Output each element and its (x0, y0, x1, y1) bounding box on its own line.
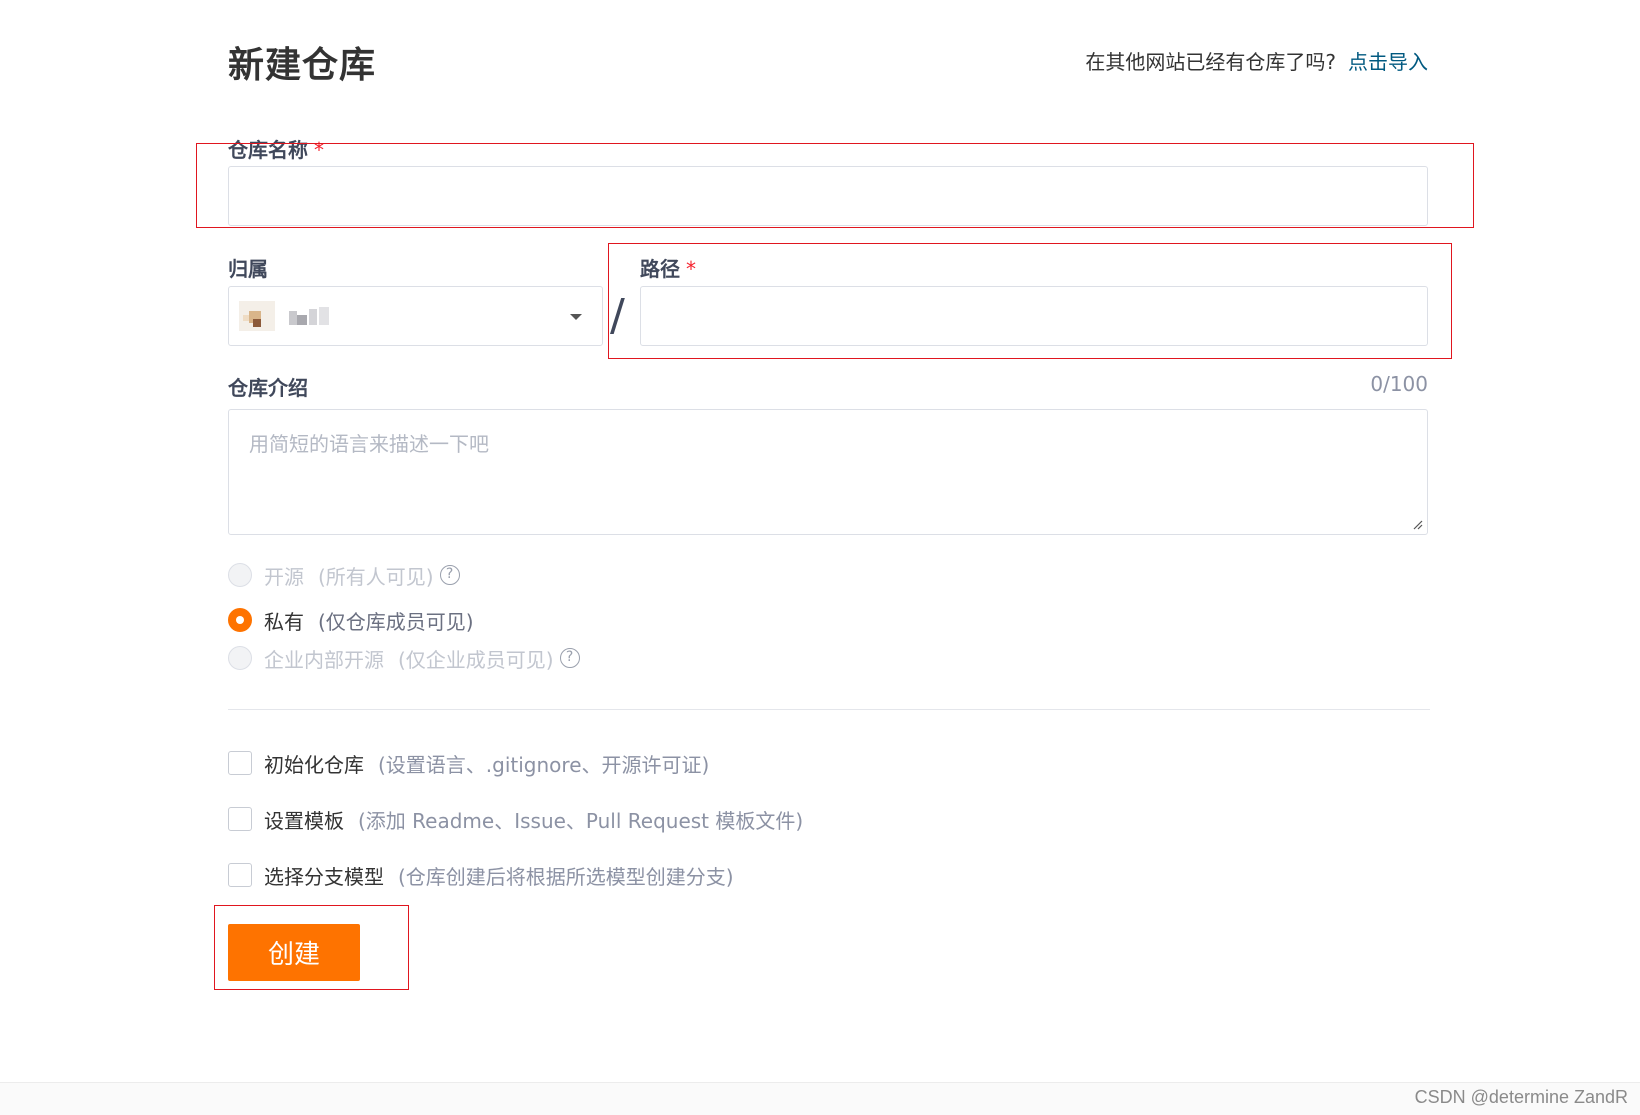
owner-label: 归属 (228, 257, 268, 281)
help-icon[interactable]: ? (559, 648, 580, 668)
page-footer (0, 1082, 1640, 1115)
visibility-enterprise[interactable]: 企业内部开源 (仅企业成员可见) ? (228, 643, 580, 673)
visibility-hint: (仅仓库成员可见) (318, 609, 474, 634)
path-input[interactable] (640, 286, 1428, 346)
checkbox-templates[interactable] (228, 807, 252, 831)
description-placeholder: 用简短的语言来描述一下吧 (249, 432, 489, 456)
required-marker: * (314, 138, 324, 162)
option-label: 选择分支模型 (264, 864, 384, 889)
option-templates[interactable]: 设置模板 (添加 Readme、Issue、Pull Request 模板文件) (228, 804, 803, 834)
path-label-text: 路径 (640, 257, 680, 281)
create-button[interactable]: 创建 (228, 924, 360, 981)
help-icon[interactable]: ? (439, 565, 460, 585)
repo-name-label-text: 仓库名称 (228, 138, 308, 162)
watermark: CSDN @determine ZandR (1414, 1087, 1628, 1107)
resize-handle-icon[interactable] (1411, 518, 1423, 530)
option-hint: (设置语言、.gitignore、开源许可证) (378, 752, 710, 777)
visibility-label: 私有 (264, 609, 304, 634)
radio-private[interactable] (228, 608, 252, 632)
owner-select[interactable] (228, 286, 603, 346)
option-label: 设置模板 (264, 808, 344, 833)
import-prompt: 在其他网站已经有仓库了吗? 点击导入 (1085, 46, 1428, 75)
visibility-label: 开源 (264, 564, 304, 589)
visibility-hint: (仅企业成员可见) (398, 647, 554, 672)
owner-avatar-blurred (239, 301, 329, 331)
import-prompt-text: 在其他网站已经有仓库了吗? (1085, 50, 1336, 74)
option-hint: (添加 Readme、Issue、Pull Request 模板文件) (358, 808, 804, 833)
visibility-open-source[interactable]: 开源 (所有人可见) ? (228, 560, 460, 590)
visibility-hint: (所有人可见) (318, 564, 434, 589)
repo-name-input[interactable] (228, 166, 1428, 226)
chevron-down-icon[interactable] (570, 314, 582, 320)
description-textarea[interactable]: 用简短的语言来描述一下吧 (228, 409, 1428, 535)
option-init-repo[interactable]: 初始化仓库 (设置语言、.gitignore、开源许可证) (228, 748, 709, 778)
owner-path-separator: / (610, 290, 625, 341)
checkbox-branch-model[interactable] (228, 863, 252, 887)
import-link[interactable]: 点击导入 (1348, 50, 1428, 74)
required-marker: * (686, 257, 696, 281)
path-label: 路径 * (640, 253, 696, 282)
option-branch-model[interactable]: 选择分支模型 (仓库创建后将根据所选模型创建分支) (228, 860, 734, 890)
new-repository-page: 新建仓库 在其他网站已经有仓库了吗? 点击导入 仓库名称 * 归属 / 路径 * 仓库… (0, 0, 1640, 1115)
page-title: 新建仓库 (228, 45, 377, 86)
repo-name-label: 仓库名称 * (228, 134, 324, 163)
description-char-counter: 0/100 (1370, 372, 1428, 396)
checkbox-init-repo[interactable] (228, 751, 252, 775)
radio-open-source[interactable] (228, 563, 252, 587)
option-label: 初始化仓库 (264, 752, 364, 777)
radio-enterprise[interactable] (228, 646, 252, 670)
visibility-label: 企业内部开源 (264, 647, 384, 672)
description-label: 仓库介绍 (228, 376, 308, 400)
option-hint: (仓库创建后将根据所选模型创建分支) (398, 864, 734, 889)
section-divider (228, 709, 1430, 710)
visibility-private[interactable]: 私有 (仅仓库成员可见) (228, 605, 474, 635)
